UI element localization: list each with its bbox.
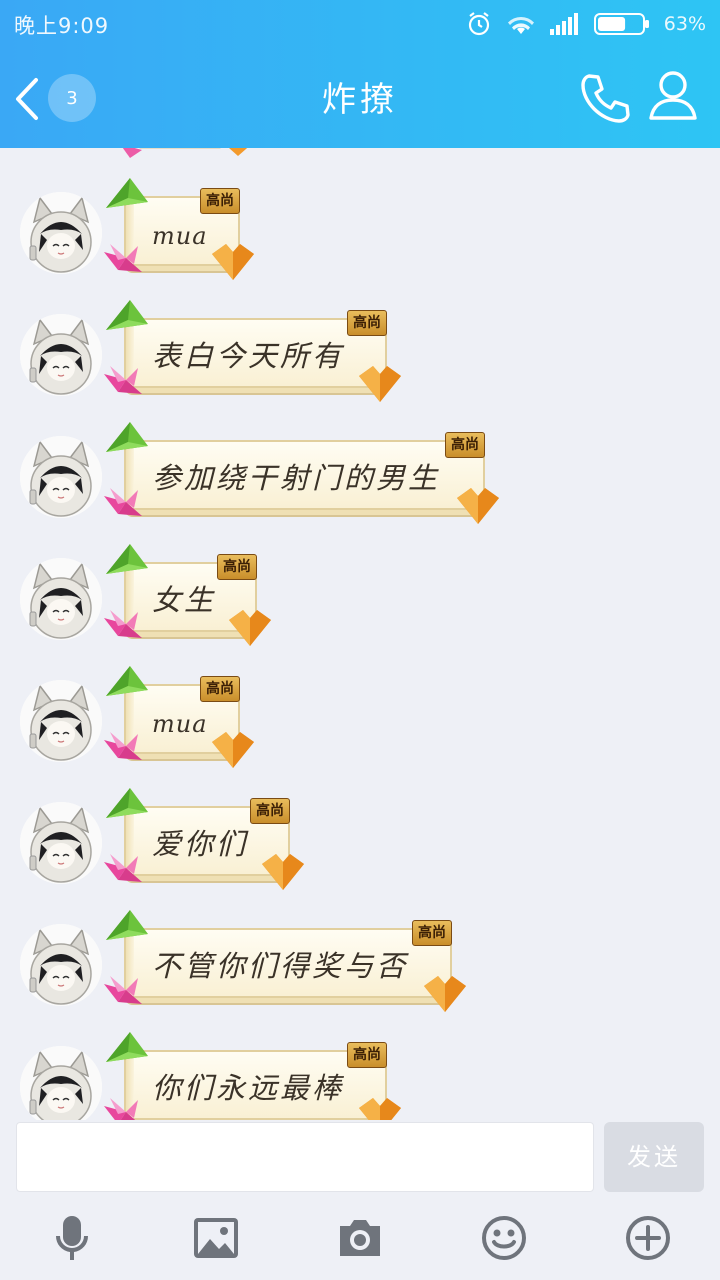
status-time: 晚上9:09	[14, 14, 110, 38]
message-text: mua	[152, 710, 208, 738]
paper-crane-icon	[104, 730, 144, 766]
message-text: 爱你们	[152, 827, 249, 861]
more-button[interactable]	[624, 1214, 672, 1262]
paper-heart-icon	[357, 1096, 403, 1120]
bubble-badge: 高尚	[412, 920, 452, 946]
battery-percent: 63%	[663, 13, 706, 35]
bubble-badge: 高尚	[445, 432, 485, 458]
avatar[interactable]	[20, 1046, 102, 1120]
message-row: 爱你们 高尚	[0, 788, 720, 912]
paper-plane-icon	[106, 666, 150, 704]
plus-icon	[626, 1216, 670, 1260]
bubble-badge: 高尚	[200, 676, 240, 702]
previous-message-partial	[120, 148, 260, 160]
wifi-icon	[507, 16, 534, 34]
paper-heart-icon	[227, 608, 273, 652]
paper-crane-icon	[104, 974, 144, 1010]
emoji-icon	[482, 1216, 526, 1260]
paper-plane-icon	[106, 300, 150, 338]
paper-crane-icon	[104, 1096, 144, 1120]
top-bar: 晚上9:09 63% 3 炸撩	[0, 0, 720, 148]
paper-plane-icon	[106, 178, 150, 216]
nav-bar: 3 炸撩	[0, 48, 720, 148]
paper-heart-icon	[260, 852, 306, 896]
paper-plane-icon	[106, 422, 150, 460]
chevron-left-icon	[16, 78, 38, 120]
avatar[interactable]	[20, 436, 102, 518]
paper-crane-icon	[104, 486, 144, 522]
image-button[interactable]	[192, 1214, 240, 1262]
paper-heart-icon	[422, 974, 468, 1018]
avatar[interactable]	[20, 924, 102, 1006]
paper-crane-icon	[104, 242, 144, 278]
message-text: 不管你们得奖与否	[152, 949, 409, 983]
alarm-icon	[468, 12, 489, 36]
message-bubble[interactable]: 参加绕干射门的男生 高尚	[124, 432, 485, 510]
message-row: 参加绕干射门的男生 高尚	[0, 422, 720, 546]
message-row: 表白今天所有 高尚	[0, 300, 720, 424]
bubble-badge: 高尚	[347, 1042, 387, 1068]
phone-icon	[581, 74, 630, 123]
signal-icon	[549, 13, 578, 35]
voice-button[interactable]	[48, 1214, 96, 1262]
bubble-badge: 高尚	[250, 798, 290, 824]
message-text: 表白今天所有	[152, 339, 345, 373]
message-row: mua 高尚	[0, 178, 720, 302]
paper-crane-icon	[104, 852, 144, 888]
back-button[interactable]: 3	[12, 70, 108, 126]
unread-count-badge: 3	[48, 74, 96, 122]
status-icons: 63%	[466, 8, 706, 40]
camera-button[interactable]	[336, 1214, 384, 1262]
message-text: 参加绕干射门的男生	[152, 461, 441, 495]
profile-button[interactable]	[648, 70, 704, 126]
image-icon	[194, 1218, 238, 1258]
paper-heart-icon	[210, 730, 256, 774]
chat-title: 炸撩	[322, 80, 398, 120]
send-button[interactable]: 发送	[604, 1122, 704, 1192]
status-bar: 晚上9:09 63%	[0, 0, 720, 48]
message-row: 不管你们得奖与否 高尚	[0, 910, 720, 1034]
paper-heart-icon	[210, 242, 256, 286]
paper-heart-icon	[455, 486, 501, 530]
message-bubble[interactable]: 你们永远最棒 高尚	[124, 1042, 387, 1120]
message-text: 女生	[152, 583, 217, 617]
paper-plane-icon	[106, 1032, 150, 1070]
bubble-badge: 高尚	[200, 188, 240, 214]
message-text: mua	[152, 222, 208, 250]
message-text: 你们永远最棒	[152, 1071, 345, 1105]
bubble-badge: 高尚	[347, 310, 387, 336]
paper-crane-icon	[104, 608, 144, 644]
emoji-button[interactable]	[480, 1214, 528, 1262]
message-row: 你们永远最棒 高尚	[0, 1032, 720, 1120]
message-row: mua 高尚	[0, 666, 720, 790]
message-input[interactable]	[16, 1122, 594, 1192]
paper-plane-icon	[106, 544, 150, 582]
paper-plane-icon	[106, 788, 150, 826]
call-button[interactable]	[578, 72, 634, 128]
avatar[interactable]	[20, 192, 102, 274]
input-bar: 发送	[0, 1120, 720, 1280]
avatar[interactable]	[20, 558, 102, 640]
message-list[interactable]: mua 高尚 表白今天所有 高尚 参加绕干射门的男生 高尚 女生 高尚 mua 高尚 爱你们 高尚 不管…	[0, 148, 720, 1120]
message-bubble[interactable]: 表白今天所有 高尚	[124, 310, 387, 388]
person-icon	[649, 71, 697, 120]
paper-crane-icon	[104, 364, 144, 400]
paper-plane-icon	[106, 910, 150, 948]
avatar[interactable]	[20, 802, 102, 884]
camera-icon	[340, 1220, 380, 1256]
bubble-badge: 高尚	[217, 554, 257, 580]
battery-icon	[593, 13, 649, 35]
message-row: 女生 高尚	[0, 544, 720, 668]
microphone-icon	[55, 1216, 89, 1260]
avatar[interactable]	[20, 314, 102, 396]
paper-heart-icon	[357, 364, 403, 408]
avatar[interactable]	[20, 680, 102, 762]
message-bubble[interactable]: 不管你们得奖与否 高尚	[124, 920, 452, 998]
